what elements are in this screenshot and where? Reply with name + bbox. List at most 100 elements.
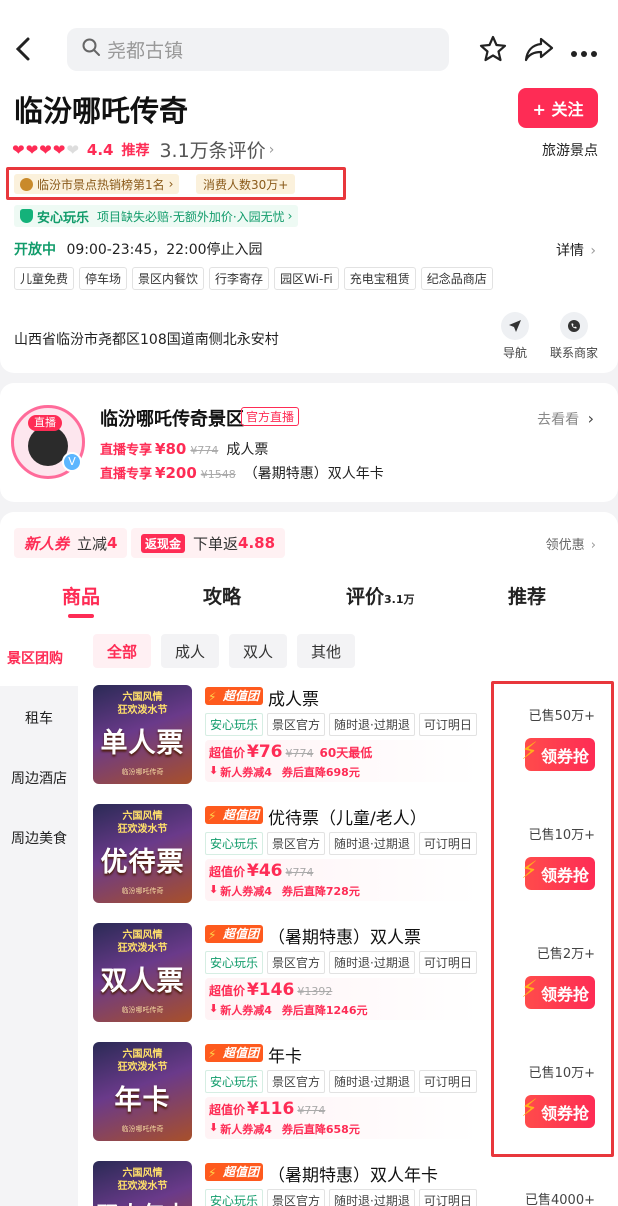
- tab-guides[interactable]: 攻略: [203, 582, 241, 609]
- facility-tag: 充电宝租赁: [343, 267, 416, 290]
- rating-row[interactable]: ❤ ❤ ❤ ❤ ❤ 4.4 推荐 3.1万条评价 ›: [12, 136, 274, 163]
- product-tag: 景区官方: [267, 1070, 326, 1093]
- lightning-icon: ⚡: [208, 690, 217, 704]
- product-tag: 景区官方: [267, 951, 326, 974]
- facility-tag: 儿童免费: [14, 267, 75, 290]
- thumb-brand: 临汾哪吒传奇: [121, 1125, 164, 1133]
- heart-empty-icon: ❤: [66, 140, 79, 159]
- product-tag: 随时退·过期退: [329, 951, 415, 974]
- tab-recommend[interactable]: 推荐: [508, 582, 546, 609]
- chevron-right-icon: ›: [268, 141, 275, 158]
- detail-link[interactable]: 详情 ›: [556, 240, 596, 260]
- detail-label: 详情: [555, 243, 584, 259]
- cashback-text: 下单返: [193, 534, 239, 553]
- chevron-right-icon: ›: [590, 243, 596, 259]
- price: ¥146: [247, 980, 295, 1000]
- thumb-caption: 六国风情 狂欢泼水节: [117, 1049, 168, 1073]
- product-thumbnail[interactable]: 六国风情 狂欢泼水节 单人票 临汾哪吒传奇: [93, 685, 192, 784]
- live-card[interactable]: 直播 V 临汾哪吒传奇景区 官方直播 去看看 › 直播专享 ¥80 ¥774 成…: [0, 383, 618, 502]
- product-thumbnail[interactable]: 六国风情 狂欢泼水节 年卡 临汾哪吒传奇: [93, 1042, 192, 1141]
- product-tag: 安心玩乐: [205, 1070, 264, 1093]
- search-placeholder: 尧都古镇: [107, 40, 184, 62]
- thumb-title: 优待票: [100, 847, 185, 878]
- live-product[interactable]: 直播专享 ¥200 ¥1548 （暑期特惠）双人年卡: [100, 463, 384, 483]
- thumb-caption: 六国风情 狂欢泼水节: [117, 1168, 168, 1192]
- product-tags: 安心玩乐 景区官方 随时退·过期退 可订明日: [205, 713, 481, 736]
- product-tag: 随时退·过期退: [329, 1189, 415, 1206]
- safe-guarantee[interactable]: 安心玩乐 项目缺失必赔·无额外加价·入园无忧 ›: [14, 205, 299, 227]
- product-thumbnail[interactable]: 六国风情 狂欢泼水节 优待票 临汾哪吒传奇: [93, 804, 192, 903]
- filter-other[interactable]: 其他: [297, 634, 356, 668]
- product-tag: 可订明日: [418, 1189, 477, 1206]
- down-arrow-icon: ⬇: [209, 1002, 219, 1015]
- facility-tag: 景区内餐饮: [132, 267, 205, 290]
- product-card[interactable]: 六国风情 狂欢泼水节 双人年卡 ⚡超值团 （暑期特惠）双人年卡 安心玩乐 景区官…: [93, 1161, 603, 1206]
- sidebar-item-group-buy[interactable]: 景区团购: [0, 648, 78, 668]
- product-tag: 随时退·过期退: [329, 713, 415, 736]
- thumb-caption: 六国风情 狂欢泼水节: [117, 692, 168, 716]
- thumb-brand: 临汾哪吒传奇: [121, 768, 164, 776]
- tab-reviews[interactable]: 评价3.1万: [346, 582, 415, 609]
- coupon-deduction: 新人券减4: [220, 885, 272, 898]
- shield-icon: [20, 209, 33, 223]
- category-sidebar: [0, 686, 78, 1206]
- rank-badge[interactable]: 临汾市景点热销榜第1名 ›: [14, 174, 180, 194]
- tab-products[interactable]: 商品: [62, 582, 100, 609]
- more-icon[interactable]: [570, 44, 598, 63]
- value-group-badge: ⚡ 超值团: [205, 806, 264, 824]
- new-user-coupon[interactable]: 新人券 立减 4: [14, 528, 128, 558]
- price-bar: 超值价 ¥116 ¥774 ⬇ 新人券减4 券后直降658元: [205, 1097, 479, 1139]
- filter-bar: 全部 成人 双人 其他: [93, 634, 365, 668]
- verified-icon: V: [62, 452, 82, 472]
- facility-tag: 停车场: [79, 267, 128, 290]
- product-tag: 可订明日: [418, 1070, 477, 1093]
- safe-desc: 项目缺失必赔·无额外加价·入园无忧: [97, 209, 285, 224]
- chevron-right-icon: ›: [287, 209, 293, 223]
- product-tag: 景区官方: [267, 832, 326, 855]
- sidebar-item-car-rental[interactable]: 租车: [0, 708, 78, 728]
- live-product[interactable]: 直播专享 ¥80 ¥774 成人票: [100, 439, 268, 459]
- cashback-coupon[interactable]: 返现金 下单返 4.88: [131, 528, 286, 558]
- product-thumbnail[interactable]: 六国风情 狂欢泼水节 双人票 临汾哪吒传奇: [93, 923, 192, 1022]
- live-price: ¥200: [155, 464, 197, 482]
- share-icon[interactable]: [523, 34, 555, 68]
- price: ¥116: [247, 1099, 295, 1119]
- heart-icon: ❤: [52, 140, 66, 159]
- opening-hours: 开放中 09:00-23:45，22:00停止入园: [14, 239, 263, 259]
- lightning-icon: ⚡: [208, 809, 217, 823]
- coupon-deduction: 新人券减4: [220, 1123, 272, 1136]
- live-tag: 官方直播: [241, 407, 300, 426]
- thumb-title: 双人票: [100, 966, 185, 997]
- get-coupon-link[interactable]: 领优惠 ›: [546, 534, 596, 553]
- price-label: 超值价: [209, 984, 246, 998]
- back-icon[interactable]: [12, 34, 38, 64]
- filter-all[interactable]: 全部: [93, 634, 152, 668]
- address[interactable]: 山西省临汾市尧都区108国道南侧北永安村: [14, 329, 279, 349]
- lightning-icon: ⚡: [208, 1047, 217, 1061]
- price-bar: 超值价 ¥76 ¥774 60天最低 ⬇ 新人券减4 券后直降698元: [205, 740, 479, 782]
- thumb-title: 双人年卡: [93, 1197, 192, 1206]
- filter-double[interactable]: 双人: [229, 634, 288, 668]
- sidebar-item-food[interactable]: 周边美食: [0, 828, 78, 848]
- star-icon[interactable]: [478, 34, 508, 68]
- product-tag: 可订明日: [418, 951, 477, 974]
- page-title: 临汾哪吒传奇: [14, 94, 189, 128]
- sidebar-item-hotels[interactable]: 周边酒店: [0, 768, 78, 788]
- open-status: 开放中: [14, 242, 56, 258]
- search-input[interactable]: 尧都古镇: [67, 28, 449, 71]
- product-thumbnail[interactable]: 六国风情 狂欢泼水节 双人年卡: [93, 1161, 192, 1206]
- filter-adult[interactable]: 成人: [161, 634, 220, 668]
- contact-button[interactable]: 联系商家: [550, 312, 598, 361]
- rating-score: 4.4: [86, 140, 114, 159]
- navigate-button[interactable]: 导航: [501, 312, 529, 361]
- value-group-badge: ⚡ 超值团: [205, 1163, 264, 1181]
- product-tag: 可订明日: [418, 713, 477, 736]
- coupon-deduction: 新人券减4: [220, 1004, 272, 1017]
- safe-title: 安心玩乐: [37, 210, 90, 226]
- follow-button[interactable]: + 关注: [518, 88, 598, 128]
- live-price-label: 直播专享: [100, 467, 153, 482]
- chevron-right-icon: ›: [168, 177, 174, 191]
- goto-link[interactable]: 去看看 ›: [537, 409, 594, 429]
- review-count[interactable]: 3.1万条评价: [159, 136, 265, 163]
- down-arrow-icon: ⬇: [209, 764, 219, 777]
